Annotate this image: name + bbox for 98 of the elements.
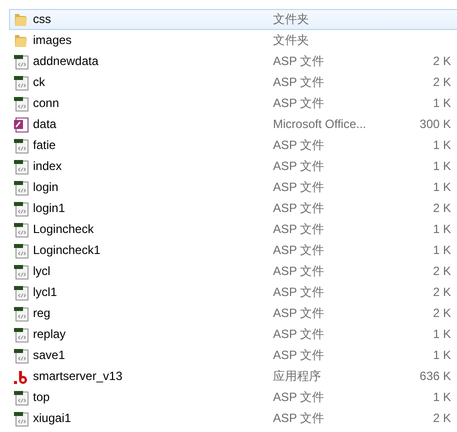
file-row[interactable]: lycl1 ASP 文件 2 K: [9, 282, 457, 303]
file-name: css: [33, 11, 52, 28]
file-type: ASP 文件: [273, 347, 326, 364]
file-size: 1 K: [432, 221, 451, 238]
script-file-icon: [13, 138, 29, 154]
file-type: ASP 文件: [273, 179, 326, 196]
file-row[interactable]: data Microsoft Office... 300 K: [9, 114, 457, 135]
file-name: reg: [33, 305, 52, 322]
file-row[interactable]: lycl ASP 文件 2 K: [9, 261, 457, 282]
file-row[interactable]: conn ASP 文件 1 K: [9, 93, 457, 114]
database-file-icon: [13, 116, 29, 132]
file-type: ASP 文件: [273, 263, 326, 280]
file-name: addnewdata: [33, 53, 100, 70]
file-type: ASP 文件: [273, 410, 326, 427]
file-size: 1 K: [432, 389, 451, 406]
file-name: lycl1: [33, 284, 58, 301]
file-row[interactable]: ck ASP 文件 2 K: [9, 72, 457, 93]
file-row[interactable]: replay ASP 文件 1 K: [9, 324, 457, 345]
script-file-icon: [13, 74, 29, 90]
file-size: 300 K: [418, 116, 451, 133]
script-file-icon: [13, 222, 29, 238]
file-name: replay: [33, 326, 67, 343]
script-file-icon: [13, 306, 29, 322]
file-row[interactable]: css 文件夹: [9, 9, 457, 30]
file-type: ASP 文件: [273, 242, 326, 259]
file-size: 2 K: [432, 200, 451, 217]
file-row[interactable]: login1 ASP 文件 2 K: [9, 198, 457, 219]
file-type: Microsoft Office...: [273, 116, 368, 133]
file-size: 1 K: [432, 137, 451, 154]
file-name: Logincheck: [33, 221, 95, 238]
application-icon: [13, 368, 29, 384]
file-type: ASP 文件: [273, 200, 326, 217]
script-file-icon: [13, 96, 29, 112]
script-file-icon: [13, 242, 29, 258]
file-row[interactable]: index ASP 文件 1 K: [9, 156, 457, 177]
file-name: conn: [33, 95, 60, 112]
file-size: 1 K: [432, 179, 451, 196]
file-name: images: [33, 32, 73, 49]
file-row[interactable]: fatie ASP 文件 1 K: [9, 135, 457, 156]
script-file-icon: [13, 410, 29, 426]
file-name: ck: [33, 74, 46, 91]
file-size: 2 K: [432, 263, 451, 280]
file-size: 1 K: [432, 242, 451, 259]
file-row[interactable]: save1 ASP 文件 1 K: [9, 345, 457, 366]
script-file-icon: [13, 326, 29, 342]
file-name: smartserver_v13: [33, 368, 124, 385]
file-size: 1 K: [432, 158, 451, 175]
script-file-icon: [13, 348, 29, 364]
file-name: fatie: [33, 137, 57, 154]
file-row[interactable]: addnewdata ASP 文件 2 K: [9, 51, 457, 72]
file-type: ASP 文件: [273, 389, 326, 406]
script-file-icon: [13, 284, 29, 300]
script-file-icon: [13, 200, 29, 216]
file-size: 2 K: [432, 410, 451, 427]
file-row[interactable]: top ASP 文件 1 K: [9, 387, 457, 408]
file-type: ASP 文件: [273, 284, 326, 301]
script-file-icon: [13, 54, 29, 70]
file-type: ASP 文件: [273, 158, 326, 175]
folder-icon: [13, 32, 29, 48]
file-size: 2 K: [432, 53, 451, 70]
script-file-icon: [13, 264, 29, 280]
file-name: top: [33, 389, 51, 406]
file-type: 文件夹: [273, 32, 310, 49]
file-size: 2 K: [432, 305, 451, 322]
file-size: 636 K: [418, 368, 451, 385]
file-name: Logincheck1: [33, 242, 102, 259]
file-type: ASP 文件: [273, 221, 326, 238]
file-type: ASP 文件: [273, 326, 326, 343]
file-row[interactable]: Logincheck ASP 文件 1 K: [9, 219, 457, 240]
file-name: login1: [33, 200, 66, 217]
file-size: 2 K: [432, 284, 451, 301]
file-size: 1 K: [432, 347, 451, 364]
file-type: ASP 文件: [273, 53, 326, 70]
script-file-icon: [13, 158, 29, 174]
file-row[interactable]: Logincheck1 ASP 文件 1 K: [9, 240, 457, 261]
script-file-icon: [13, 390, 29, 406]
file-type: 应用程序: [273, 368, 322, 385]
folder-icon: [13, 12, 29, 28]
file-type: ASP 文件: [273, 305, 326, 322]
file-name: xiugai1: [33, 410, 72, 427]
file-row[interactable]: smartserver_v13 应用程序 636 K: [9, 366, 457, 387]
file-name: save1: [33, 347, 66, 364]
file-name: data: [33, 116, 58, 133]
file-row[interactable]: login ASP 文件 1 K: [9, 177, 457, 198]
file-type: ASP 文件: [273, 74, 326, 91]
file-name: login: [33, 179, 60, 196]
file-name: index: [33, 158, 63, 175]
file-row[interactable]: images 文件夹: [9, 30, 457, 51]
file-type: ASP 文件: [273, 95, 326, 112]
file-size: 1 K: [432, 95, 451, 112]
file-name: lycl: [33, 263, 52, 280]
file-row[interactable]: xiugai1 ASP 文件 2 K: [9, 408, 457, 429]
file-size: 1 K: [432, 326, 451, 343]
script-file-icon: [13, 180, 29, 196]
file-type: 文件夹: [273, 11, 310, 28]
file-size: 2 K: [432, 74, 451, 91]
file-type: ASP 文件: [273, 137, 326, 154]
file-row[interactable]: reg ASP 文件 2 K: [9, 303, 457, 324]
